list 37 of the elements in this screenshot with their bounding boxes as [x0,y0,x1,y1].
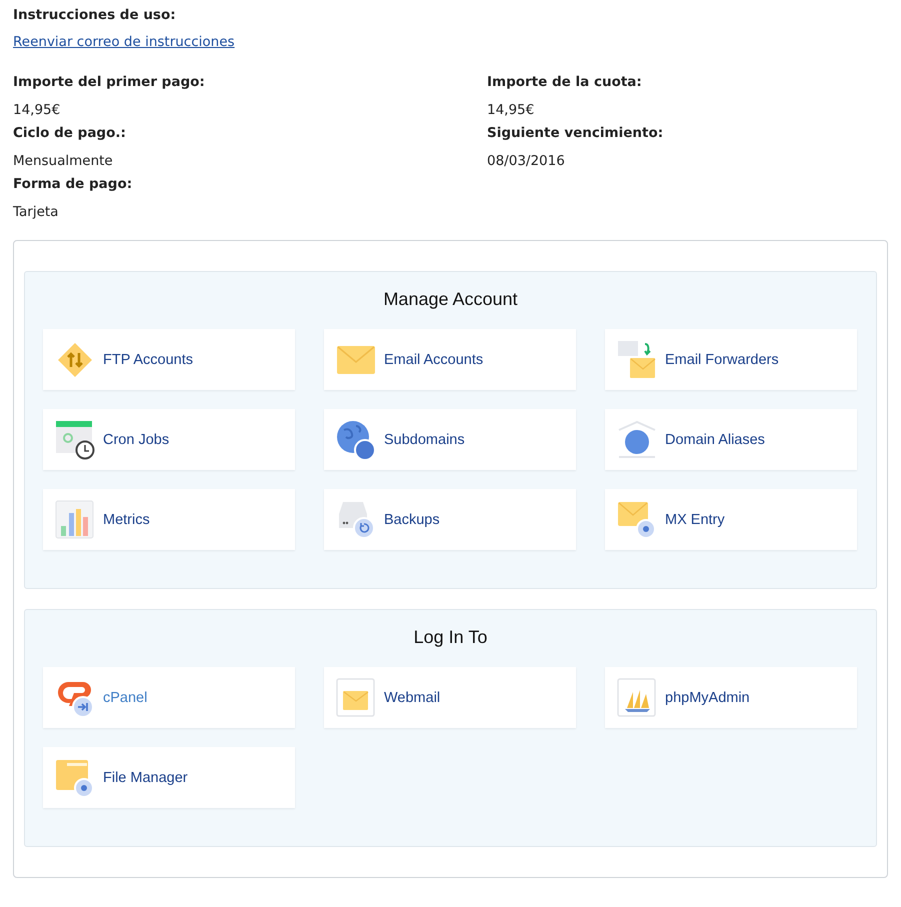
field-value: 14,95€ [13,102,62,118]
tile-button[interactable]: FTP Accounts [43,329,295,390]
envelope-gear-icon [617,500,657,540]
resend-link[interactable]: Reenviar correo de instrucciones [13,34,235,50]
tile-button[interactable]: Backups [324,489,576,550]
tile-button[interactable]: Domain Aliases [605,409,857,470]
field-label: Siguiente vencimiento: [487,125,664,141]
drive-restore-icon [336,500,376,540]
tile-button[interactable]: Email Forwarders [605,329,857,390]
bar-chart-icon [55,500,95,540]
browser-envelope-icon [336,678,376,718]
section-title: Manage Account [382,289,519,310]
house-globe-icon [617,420,657,460]
tile-button[interactable]: Cron Jobs [43,409,295,470]
tile-button[interactable]: Metrics [43,489,295,550]
field-value: Tarjeta [13,204,60,220]
tile-button[interactable]: MX Entry [605,489,857,550]
field-label: Ciclo de pago.: [13,125,127,141]
globe-icon [336,420,376,460]
field-value: 08/03/2016 [487,153,566,169]
calendar-clock-icon [55,420,95,460]
field-label: Importe de la cuota: [487,74,643,90]
envelope-forward-icon [617,340,657,380]
tile-button[interactable]: phpMyAdmin [605,667,857,728]
tile-button[interactable]: Webmail [324,667,576,728]
folder-gear-icon [55,758,95,798]
tile-button[interactable]: Email Accounts [324,329,576,390]
browser-sailboat-icon [617,678,657,718]
tile-button[interactable]: cPanel [43,667,295,728]
tile-button[interactable]: Subdomains [324,409,576,470]
field-label: Instrucciones de uso: [13,7,176,23]
field-value: Mensualmente [13,153,114,169]
section-title: Log In To [412,627,488,648]
field-label: Importe del primer pago: [13,74,206,90]
field-value: 14,95€ [487,102,536,118]
field-label: Forma de pago: [13,176,134,192]
tile-button[interactable]: File Manager [43,747,295,808]
